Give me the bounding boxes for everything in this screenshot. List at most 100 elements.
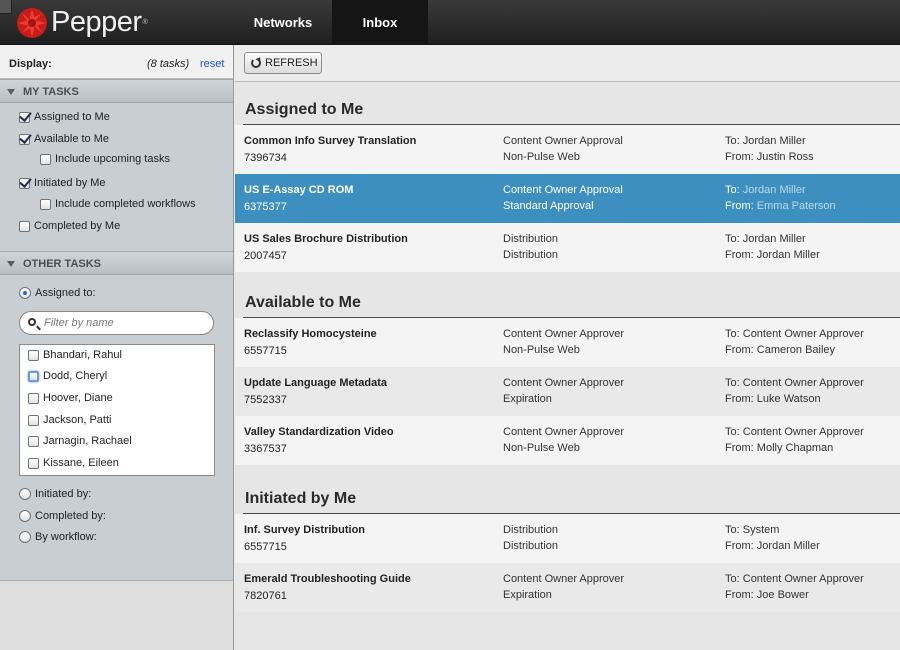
task-row[interactable]: Inf. Survey Distribution 6557715 Distrib… xyxy=(235,514,900,563)
other-tasks-options: Assigned to: Bhandari, Rahul Dodd, Chery… xyxy=(0,275,233,581)
from-name: Molly Chapman xyxy=(756,442,834,454)
group-title: Available to Me xyxy=(245,294,361,311)
task-stage: Content Owner Approval xyxy=(503,184,623,196)
from-label: From: xyxy=(725,540,754,552)
checkbox-icon[interactable] xyxy=(28,392,39,404)
radio-completed-by[interactable]: Completed by: xyxy=(19,510,106,522)
task-id: 7396734 xyxy=(244,152,287,164)
list-item[interactable]: Kissane, Eileen xyxy=(28,457,119,469)
reset-link[interactable]: reset xyxy=(200,58,224,70)
option-completed-by-me[interactable]: Completed by Me xyxy=(19,220,120,232)
checkbox-icon[interactable] xyxy=(19,220,30,232)
option-include-completed[interactable]: Include completed workflows xyxy=(40,198,196,210)
radio-label: By workflow: xyxy=(35,531,97,543)
tab-inbox[interactable]: Inbox xyxy=(332,0,428,45)
refresh-icon xyxy=(251,58,261,68)
task-row[interactable]: Emerald Troubleshooting Guide 7820761 Co… xyxy=(235,563,900,612)
to-label: To: xyxy=(725,524,740,536)
task-to: To: Jordan Miller xyxy=(725,233,806,245)
checkbox-icon[interactable] xyxy=(28,435,39,447)
task-from: From: Jordan Miller xyxy=(725,249,820,261)
from-name: Jordan Miller xyxy=(756,249,820,261)
task-row-selected[interactable]: US E-Assay CD ROM 6375377 Content Owner … xyxy=(235,174,900,223)
task-id: 6557715 xyxy=(244,541,287,553)
to-label: To: xyxy=(725,184,740,196)
from-label: From: xyxy=(725,589,754,601)
task-id: 6375377 xyxy=(244,201,287,213)
app-logo[interactable]: Pepper ® xyxy=(16,6,148,39)
task-from: From: Justin Ross xyxy=(725,151,814,163)
option-label: Completed by Me xyxy=(34,220,121,232)
person-name: Kissane, Eileen xyxy=(43,457,119,469)
task-row[interactable]: Update Language Metadata 7552337 Content… xyxy=(235,367,900,416)
radio-selected-icon[interactable] xyxy=(19,287,31,299)
task-row[interactable]: Valley Standardization Video 3367537 Con… xyxy=(235,416,900,465)
refresh-button[interactable]: REFRESH xyxy=(244,52,322,74)
task-from: From: Joe Bower xyxy=(725,589,809,601)
radio-label: Assigned to: xyxy=(35,287,96,299)
task-name: Common Info Survey Translation xyxy=(244,135,417,147)
checkbox-checked-icon[interactable] xyxy=(19,111,30,123)
checkbox-icon[interactable] xyxy=(40,153,51,165)
task-workflow: Expiration xyxy=(503,393,552,405)
option-initiated-by-me[interactable]: Initiated by Me xyxy=(19,177,106,189)
task-row[interactable]: Common Info Survey Translation 7396734 C… xyxy=(235,125,900,174)
from-label: From: xyxy=(725,344,754,356)
person-name: Hoover, Diane xyxy=(43,392,113,404)
person-name: Dodd, Cheryl xyxy=(43,370,108,382)
task-from: From: Luke Watson xyxy=(725,393,821,405)
checkbox-icon[interactable] xyxy=(28,349,39,361)
option-available-to-me[interactable]: Available to Me xyxy=(19,133,109,145)
list-item[interactable]: Bhandari, Rahul xyxy=(28,349,122,361)
task-to: To: Content Owner Approver xyxy=(725,377,864,389)
task-row[interactable]: US Sales Brochure Distribution 2007457 D… xyxy=(235,223,900,272)
list-item[interactable]: Hoover, Diane xyxy=(28,392,113,404)
checkbox-icon[interactable] xyxy=(40,198,51,210)
checkbox-checked-icon[interactable] xyxy=(19,133,30,145)
task-id: 7552337 xyxy=(244,394,287,406)
filter-by-name-field[interactable] xyxy=(19,311,214,335)
display-row: Display: (8 tasks) reset xyxy=(0,45,233,79)
option-assigned-to-me[interactable]: Assigned to Me xyxy=(19,111,110,123)
task-row[interactable]: Reclassify Homocysteine 6557715 Content … xyxy=(235,318,900,367)
to-name: Content Owner Approver xyxy=(742,328,864,340)
from-label: From: xyxy=(725,393,754,405)
task-workflow: Non-Pulse Web xyxy=(503,344,580,356)
list-item[interactable]: Jarnagin, Rachael xyxy=(28,435,132,447)
list-item[interactable]: Dodd, Cheryl xyxy=(28,370,107,382)
to-name: System xyxy=(742,524,780,536)
window-grip xyxy=(0,0,12,14)
checkbox-icon[interactable] xyxy=(28,457,39,469)
option-label: Include completed workflows xyxy=(55,198,196,210)
radio-icon[interactable] xyxy=(19,488,31,500)
task-name: US E-Assay CD ROM xyxy=(244,184,354,196)
task-workflow: Expiration xyxy=(503,589,552,601)
my-tasks-header[interactable]: MY TASKS xyxy=(0,79,233,103)
checkbox-focused-icon[interactable] xyxy=(28,370,39,382)
checkbox-checked-icon[interactable] xyxy=(19,177,30,189)
task-to: To: Jordan Miller xyxy=(725,135,806,147)
list-item[interactable]: Jackson, Patti xyxy=(28,414,111,426)
person-name: Bhandari, Rahul xyxy=(43,349,122,361)
filter-input[interactable] xyxy=(44,315,204,331)
group-title: Initiated by Me xyxy=(245,490,357,507)
task-workflow: Non-Pulse Web xyxy=(503,442,580,454)
from-name: Cameron Bailey xyxy=(756,344,836,356)
task-stage: Distribution xyxy=(503,524,559,536)
my-tasks-options: Assigned to Me Available to Me Include u… xyxy=(0,103,233,251)
other-tasks-header[interactable]: OTHER TASKS xyxy=(0,251,233,275)
radio-label: Initiated by: xyxy=(35,488,92,500)
radio-icon[interactable] xyxy=(19,510,31,522)
radio-assigned-to[interactable]: Assigned to: xyxy=(19,287,96,299)
task-id: 6557715 xyxy=(244,345,287,357)
radio-initiated-by[interactable]: Initiated by: xyxy=(19,488,91,500)
task-stage: Distribution xyxy=(503,233,559,245)
radio-icon[interactable] xyxy=(19,531,31,543)
tab-networks[interactable]: Networks xyxy=(234,0,332,45)
radio-by-workflow[interactable]: By workflow: xyxy=(19,531,97,543)
people-list[interactable]: Bhandari, Rahul Dodd, Cheryl Hoover, Dia… xyxy=(19,344,215,476)
checkbox-icon[interactable] xyxy=(28,414,39,426)
task-stage: Content Owner Approver xyxy=(503,377,625,389)
option-include-upcoming[interactable]: Include upcoming tasks xyxy=(40,153,170,165)
from-label: From: xyxy=(725,200,754,212)
